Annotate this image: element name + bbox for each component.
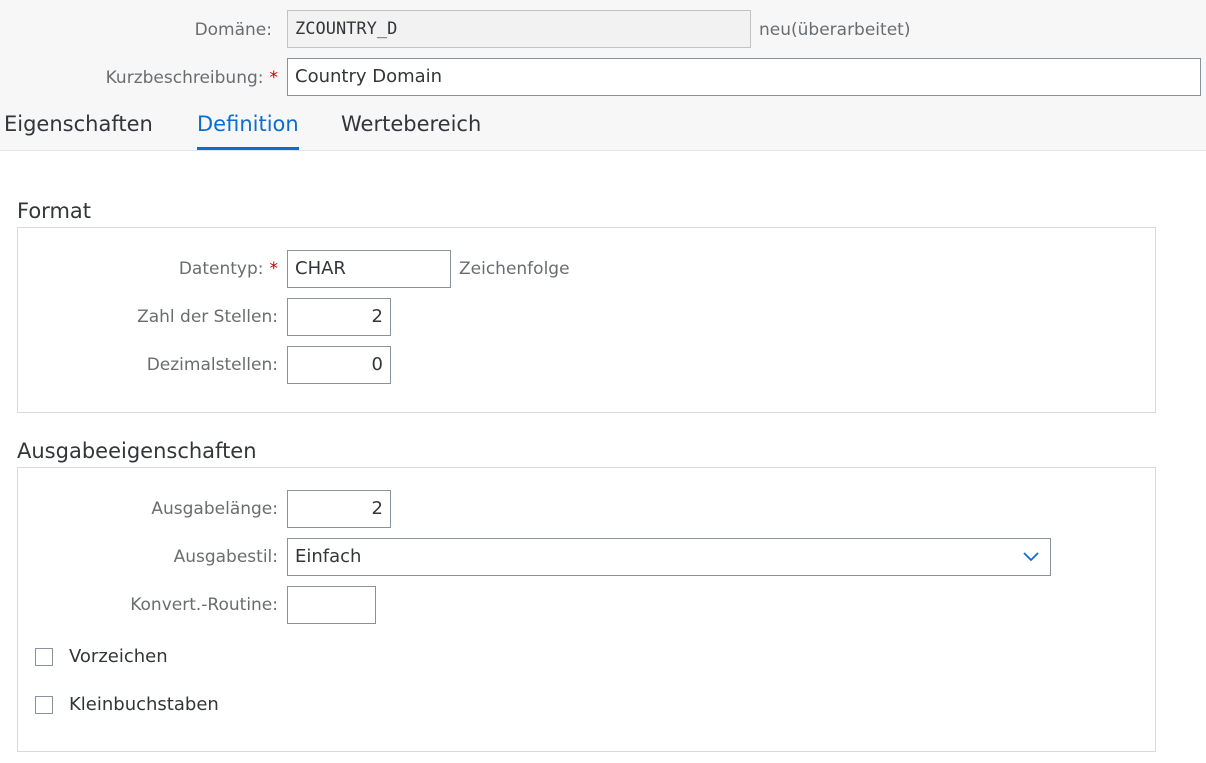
lowercase-label: Kleinbuchstaben — [69, 694, 219, 715]
output-panel: Ausgabelänge: 2 Ausgabestil: Einfach Kon… — [17, 467, 1156, 752]
output-style-value: Einfach — [295, 546, 362, 567]
short-description-label-text: Kurzbeschreibung: — [105, 68, 264, 88]
domain-label: Domäne: — [194, 20, 272, 40]
tab-eigenschaften[interactable]: Eigenschaften — [4, 112, 153, 150]
length-label: Zahl der Stellen: — [137, 307, 278, 327]
sign-checkbox[interactable] — [35, 648, 53, 666]
tab-wertebereich[interactable]: Wertebereich — [341, 112, 481, 150]
conversion-routine-input[interactable] — [287, 586, 376, 624]
output-style-select[interactable]: Einfach — [287, 538, 1051, 576]
required-mark: * — [269, 68, 279, 88]
datatype-description: Zeichenfolge — [459, 259, 570, 279]
output-length-input[interactable]: 2 — [287, 490, 391, 528]
output-section-title: Ausgabeeigenschaften — [17, 439, 257, 463]
decimals-label: Dezimalstellen: — [146, 355, 278, 375]
format-panel: Datentyp: * CHAR Zeichenfolge Zahl der St… — [17, 227, 1156, 413]
datatype-input[interactable]: CHAR — [287, 250, 451, 288]
required-mark: * — [269, 259, 279, 279]
length-input[interactable]: 2 — [287, 298, 391, 336]
definition-content: Format Datentyp: * CHAR Zeichenfolge Zahl… — [0, 151, 1206, 763]
decimals-input[interactable]: 0 — [287, 346, 391, 384]
datatype-label-text: Datentyp: — [178, 259, 264, 279]
lowercase-checkbox[interactable] — [35, 696, 53, 714]
datatype-label: Datentyp: * — [18, 250, 278, 288]
output-style-label: Ausgabestil: — [173, 547, 278, 567]
chevron-down-icon[interactable] — [1022, 548, 1040, 566]
tab-definition[interactable]: Definition — [197, 112, 299, 150]
short-description-input[interactable]: Country Domain — [287, 58, 1201, 96]
conversion-routine-label: Konvert.-Routine: — [130, 595, 278, 615]
domain-status: neu(überarbeitet) — [759, 20, 911, 40]
short-description-label: Kurzbeschreibung: * — [0, 59, 278, 97]
sign-label: Vorzeichen — [69, 646, 168, 667]
domain-field: ZCOUNTRY_D — [287, 10, 751, 48]
format-section-title: Format — [17, 199, 92, 223]
output-length-label: Ausgabelänge: — [151, 499, 278, 519]
tab-bar: Eigenschaften Definition Wertebereich — [0, 104, 1206, 151]
